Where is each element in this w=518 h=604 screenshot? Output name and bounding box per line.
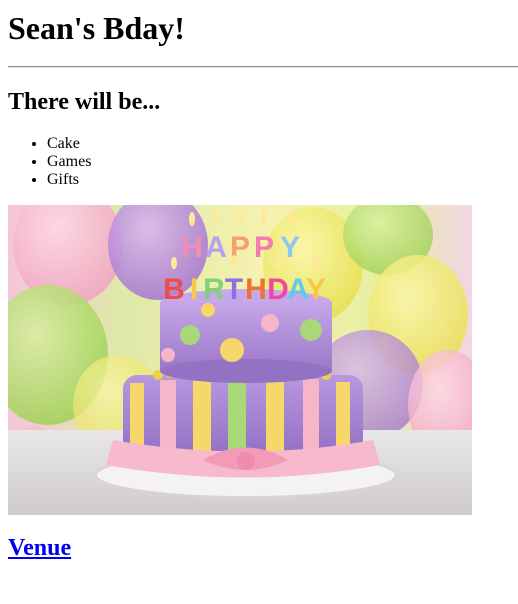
venue-heading: Venue <box>8 533 71 563</box>
list-item: Games <box>47 153 91 171</box>
candle-letter: H <box>181 231 203 264</box>
candle-letter: Y <box>306 273 326 306</box>
candle-letter: A <box>205 231 227 264</box>
candle-letter: P <box>254 231 274 264</box>
candle-letter: I <box>190 273 198 306</box>
items-list: Cake Games Gifts <box>8 135 91 189</box>
list-item: Gifts <box>47 171 91 189</box>
section-heading: There will be... <box>8 89 161 115</box>
candle-letter: B <box>163 273 185 306</box>
candle-letter: R <box>203 273 225 306</box>
page: Sean's Bday! There will be... Cake Games… <box>0 0 518 604</box>
candle-letter: H <box>245 273 267 306</box>
venue-link[interactable]: Venue <box>8 535 71 561</box>
page-title: Sean's Bday! <box>8 10 185 46</box>
divider <box>8 66 518 68</box>
birthday-cake-image: H A P P Y B I R T H D A Y <box>8 205 472 515</box>
candle-letter: T <box>225 273 243 306</box>
candle-letter: Y <box>280 231 300 264</box>
list-item: Cake <box>47 135 91 153</box>
candle-letter: D <box>267 273 289 306</box>
